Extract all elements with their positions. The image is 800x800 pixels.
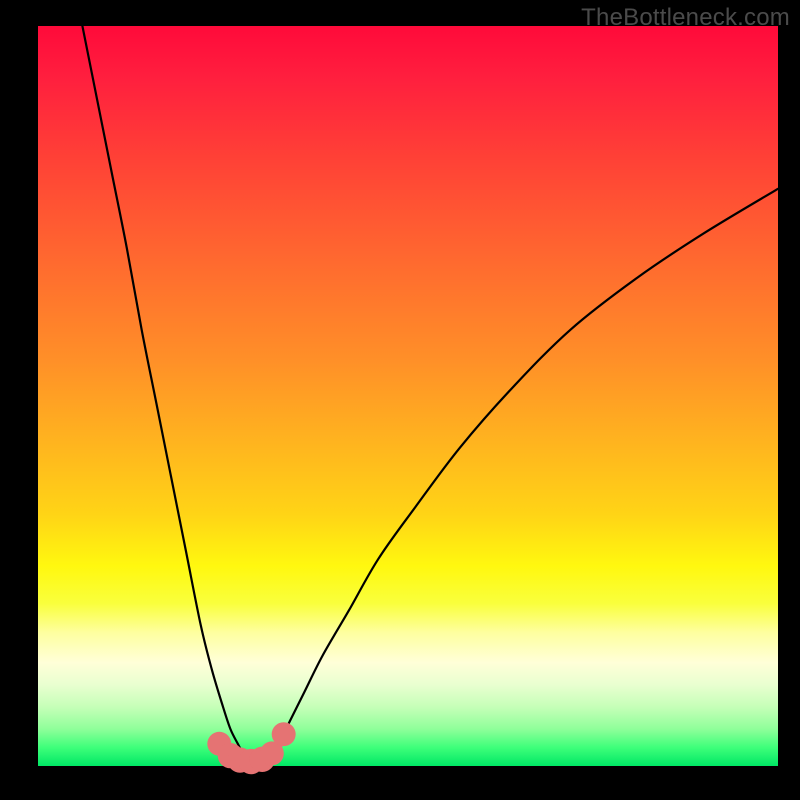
valley-markers (207, 722, 295, 774)
chart-frame: TheBottleneck.com (0, 0, 800, 800)
curve-left (82, 26, 243, 755)
curve-right (271, 189, 778, 755)
valley-marker (272, 722, 296, 746)
watermark-text: TheBottleneck.com (581, 4, 790, 32)
plot-area (38, 26, 778, 766)
curve-layer (38, 26, 778, 766)
